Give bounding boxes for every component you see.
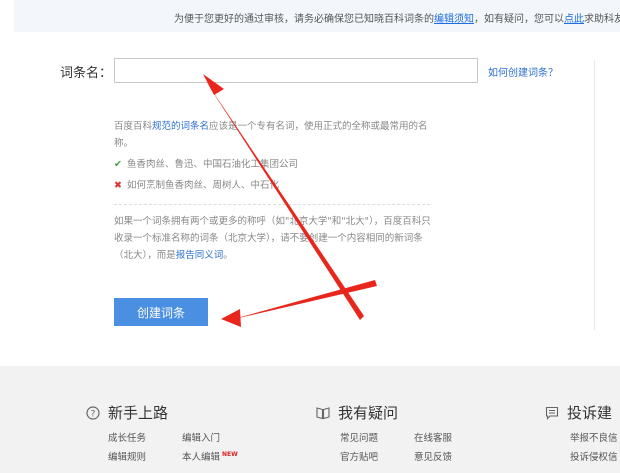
notice-bar: 为便于您更好的通过审核，请务必确保您已知晓百科词条的编辑须知，如有疑问，您可以点… — [14, 0, 620, 32]
book-icon — [316, 406, 330, 419]
dashed-divider — [114, 204, 430, 205]
edit-guide-link[interactable]: 编辑须知 — [434, 14, 474, 25]
footer-link-report-bad[interactable]: 举报不良信 — [570, 430, 618, 444]
footer-title-beginner: 新手上路 — [108, 404, 169, 422]
footer-link-feedback[interactable]: 意见反馈 — [414, 449, 452, 463]
good-example-row: ✔ 鱼香肉丝、鲁迅、中国石油化工集团公司 — [114, 156, 434, 173]
footer-link-faq[interactable]: 常见问题 — [340, 430, 378, 444]
naming-guide: 百度百科规范的词条名应该是一个专有名词，使用正式的全称或最常用的名称。 ✔ 鱼香… — [114, 118, 434, 264]
standard-name-link[interactable]: 规范的词条名 — [152, 121, 209, 132]
entry-name-input[interactable] — [114, 58, 478, 83]
notice-text: 为便于您更好的通过审核，请务必确保您已知晓百科词条的编辑须知，如有疑问，您可以点… — [174, 14, 620, 25]
svg-text:?: ? — [91, 409, 96, 419]
arrow-to-create-button — [221, 280, 377, 327]
new-badge: NEW — [222, 451, 238, 458]
footer-link-edit-intro[interactable]: 编辑入门 — [182, 430, 220, 444]
report-synonym-link[interactable]: 报告同义词 — [176, 250, 224, 261]
footer: ? 新手上路 成长任务 编辑入门 编辑规则 本人编辑 NEW 我有疑问 常见问题 … — [0, 366, 620, 473]
help-here-link[interactable]: 点此 — [564, 14, 584, 25]
bad-example-row: ✖ 如何烹制鱼香肉丝、周树人、中石化 — [114, 177, 434, 194]
guide-intro: 百度百科规范的词条名应该是一个专有名词，使用正式的全称或最常用的名称。 — [114, 121, 428, 149]
question-circle-icon: ? — [86, 405, 100, 420]
check-icon: ✔ — [114, 159, 122, 170]
footer-link-report-infringement[interactable]: 投诉侵权信 — [570, 449, 618, 463]
footer-link-growth-tasks[interactable]: 成长任务 — [108, 430, 146, 444]
synonym-note: 如果一个词条拥有两个或更多的称呼（如"北京大学"和"北大"），百度百科只收录一个… — [114, 216, 431, 261]
footer-link-edit-rules[interactable]: 编辑规则 — [108, 449, 146, 463]
footer-title-complaints: 投诉建 — [567, 404, 613, 422]
vertical-divider — [594, 60, 595, 330]
footer-link-online-service[interactable]: 在线客服 — [414, 430, 452, 444]
cross-icon: ✖ — [114, 180, 122, 191]
message-icon — [545, 406, 559, 420]
entry-name-label: 词条名： — [60, 66, 113, 81]
create-entry-button[interactable]: 创建词条 — [114, 298, 208, 326]
footer-link-official-forum[interactable]: 官方贴吧 — [340, 449, 378, 463]
how-to-create-link[interactable]: 如何创建词条？ — [488, 64, 558, 79]
footer-link-self-edit[interactable]: 本人编辑 NEW — [182, 449, 238, 463]
footer-title-questions: 我有疑问 — [338, 404, 399, 422]
